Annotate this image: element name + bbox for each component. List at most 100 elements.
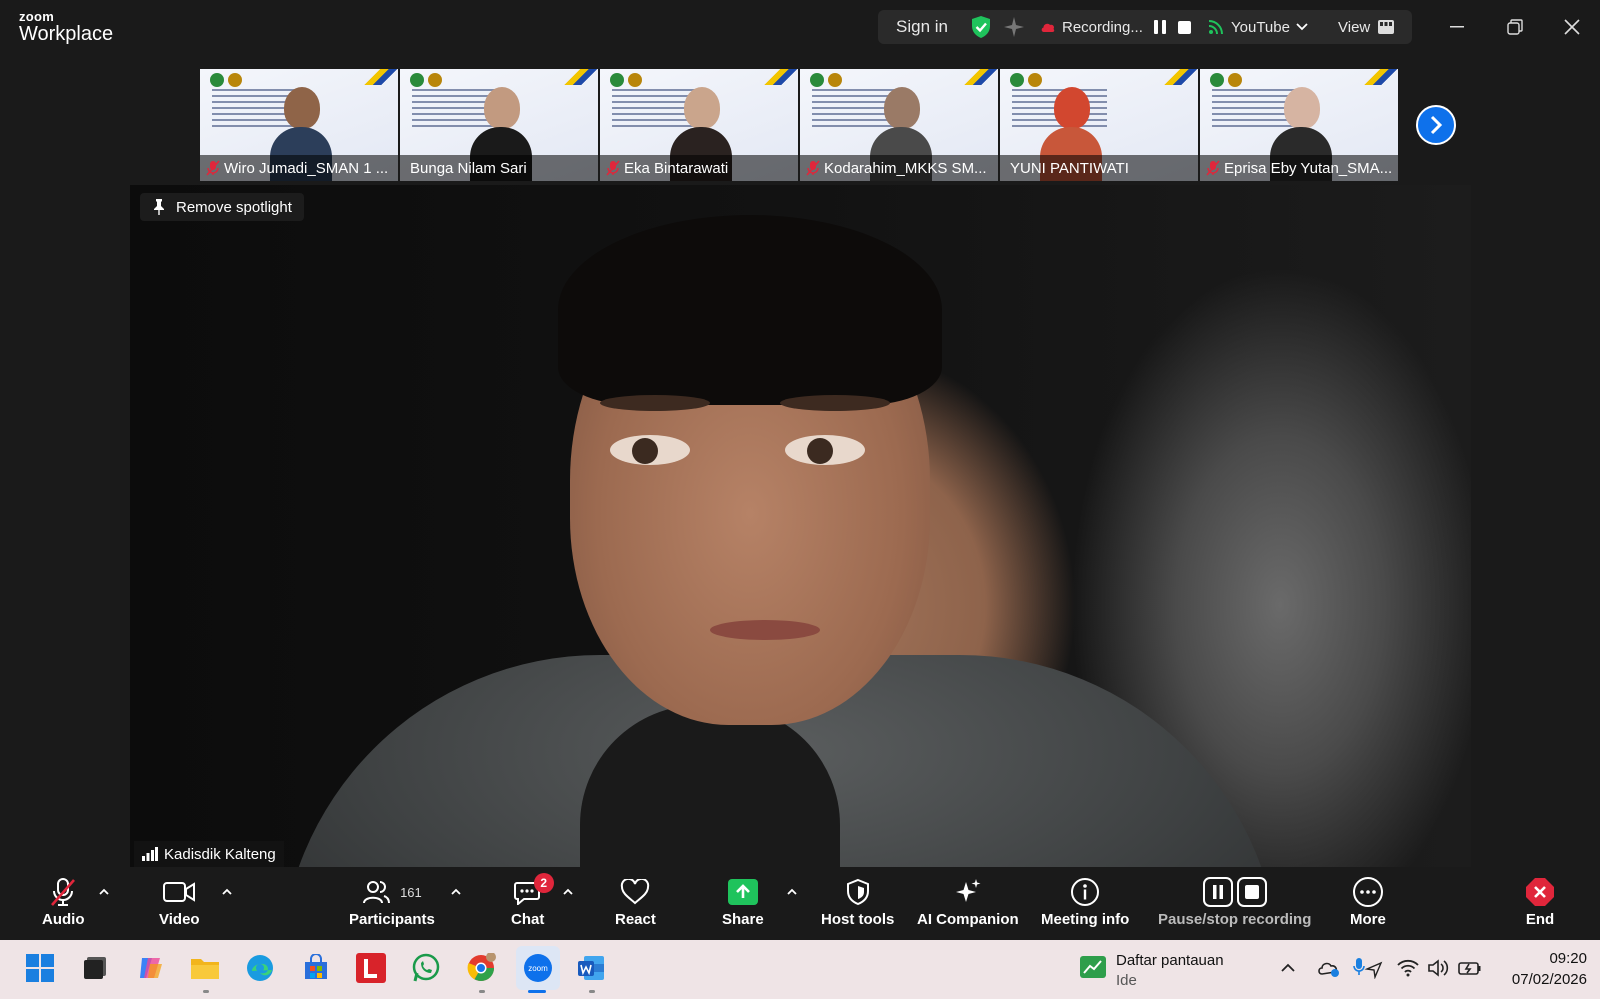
- participant-name: YUNI PANTIWATI: [1010, 159, 1129, 177]
- share-screen-button[interactable]: Share: [722, 875, 764, 928]
- recording-status[interactable]: Recording...: [1040, 10, 1143, 44]
- participant-tile[interactable]: Kodarahim_MKKS SM...: [800, 69, 998, 181]
- audio-label: Audio: [42, 911, 85, 928]
- react-button[interactable]: React: [615, 875, 656, 928]
- chevron-down-icon: [1296, 23, 1308, 31]
- logo-icon: [1028, 73, 1042, 87]
- whatsapp-icon[interactable]: [408, 950, 444, 986]
- clock-date[interactable]: 07/02/2026: [1497, 971, 1587, 988]
- slide-decoration: [558, 69, 598, 85]
- stop-recording-icon[interactable]: [1177, 10, 1192, 44]
- mic-muted-icon: [49, 875, 77, 909]
- mic-muted-icon: [606, 160, 620, 176]
- microsoft-store-icon[interactable]: [298, 950, 334, 986]
- participant-namebar: Wiro Jumadi_SMAN 1 ...: [200, 155, 398, 181]
- logo-icon: [410, 73, 424, 87]
- end-meeting-icon: [1524, 875, 1556, 909]
- signal-strength-icon: [142, 847, 158, 861]
- audio-options-caret-icon[interactable]: [97, 885, 111, 899]
- mic-location-icon[interactable]: [1350, 950, 1386, 986]
- audio-button[interactable]: Audio: [42, 875, 85, 928]
- participant-namebar: YUNI PANTIWATI: [1000, 155, 1198, 181]
- sign-in-label: Sign in: [896, 17, 948, 36]
- participants-options-caret-icon[interactable]: [449, 885, 463, 899]
- livestream-youtube-menu[interactable]: YouTube: [1208, 10, 1308, 44]
- meeting-toolbar: Audio Video 161 Participants 2 Chat Reac…: [0, 867, 1600, 940]
- remove-spotlight-button[interactable]: Remove spotlight: [140, 193, 304, 221]
- watchlist-stock-icon[interactable]: [1075, 950, 1111, 986]
- speaker-mouth: [710, 620, 820, 640]
- video-button[interactable]: Video: [159, 875, 200, 928]
- speaker-brow: [600, 395, 710, 411]
- zoom-app-icon[interactable]: zoom: [516, 946, 560, 990]
- video-options-caret-icon[interactable]: [220, 885, 234, 899]
- participants-icon: 161: [362, 875, 422, 909]
- windows-taskbar: zoom Daftar pantauan Ide 09:20 07/02/202…: [0, 940, 1600, 999]
- logo-icon: [428, 73, 442, 87]
- battery-charging-icon[interactable]: [1452, 950, 1488, 986]
- meeting-info-button[interactable]: Meeting info: [1041, 875, 1129, 928]
- mic-muted-icon: [1206, 160, 1220, 176]
- logo-icon: [228, 73, 242, 87]
- participant-strip: Wiro Jumadi_SMAN 1 ... Bunga Nilam Sari …: [0, 55, 1600, 185]
- more-label: More: [1350, 911, 1386, 928]
- edge-browser-icon[interactable]: [242, 950, 278, 986]
- youtube-label: YouTube: [1231, 18, 1290, 36]
- show-hidden-icons-chevron-icon[interactable]: [1270, 950, 1306, 986]
- participant-tile[interactable]: YUNI PANTIWATI: [1000, 69, 1198, 181]
- speaker-name-tag: Kadisdik Kalteng: [134, 841, 284, 867]
- participant-tile[interactable]: Eka Bintarawati: [600, 69, 798, 181]
- participants-button[interactable]: 161 Participants: [349, 875, 435, 928]
- participant-tile[interactable]: Eprisa Eby Yutan_SMA...: [1200, 69, 1398, 181]
- encryption-shield-icon[interactable]: [970, 10, 992, 44]
- host-tools-button[interactable]: Host tools: [821, 875, 894, 928]
- l-app-icon[interactable]: [353, 950, 389, 986]
- view-menu-button[interactable]: View: [1338, 10, 1395, 44]
- speaker-hair: [558, 215, 942, 405]
- chrome-icon[interactable]: [463, 950, 499, 986]
- pin-icon: [154, 199, 164, 215]
- pause-recording-icon[interactable]: [1153, 10, 1167, 44]
- heart-icon: [620, 875, 650, 909]
- sign-in-button[interactable]: Sign in: [896, 10, 948, 44]
- running-indicator: [589, 990, 595, 993]
- recording-label: Recording...: [1062, 18, 1143, 36]
- next-page-button[interactable]: [1416, 105, 1456, 145]
- meeting-info-label: Meeting info: [1041, 911, 1130, 928]
- word-icon[interactable]: [573, 950, 609, 986]
- participant-tile[interactable]: Bunga Nilam Sari: [400, 69, 598, 181]
- watchlist-subtitle: Ide: [1116, 972, 1137, 989]
- onedrive-cloud-icon[interactable]: [1310, 950, 1346, 986]
- copilot-icon[interactable]: [132, 950, 168, 986]
- share-arrow-icon: [727, 875, 758, 909]
- participant-namebar: Eka Bintarawati: [600, 155, 798, 181]
- speaker-name: Kadisdik Kalteng: [164, 845, 276, 863]
- pause-stop-recording-button[interactable]: Pause/stop recording: [1158, 875, 1311, 928]
- ai-companion-button[interactable]: AI Companion: [917, 875, 1019, 928]
- title-bar: zoom Workplace Sign in Recording... YouT…: [0, 0, 1600, 55]
- logo-icon: [810, 73, 824, 87]
- participant-tile[interactable]: Wiro Jumadi_SMAN 1 ...: [200, 69, 398, 181]
- spotlight-video: Remove spotlight Kadisdik Kalteng: [130, 185, 1471, 867]
- chat-options-caret-icon[interactable]: [561, 885, 575, 899]
- participant-namebar: Bunga Nilam Sari: [400, 155, 598, 181]
- more-options-icon: [1352, 875, 1384, 909]
- volume-icon[interactable]: [1420, 950, 1456, 986]
- ai-sparkle-icon[interactable]: [1003, 10, 1025, 44]
- windows-start-icon[interactable]: [22, 950, 58, 986]
- chat-button[interactable]: 2 Chat: [511, 873, 554, 928]
- end-meeting-button[interactable]: End: [1524, 875, 1556, 928]
- more-button[interactable]: More: [1350, 875, 1386, 928]
- logo-icon: [1010, 73, 1024, 87]
- participants-label: Participants: [349, 911, 435, 928]
- restore-icon[interactable]: [1500, 12, 1530, 42]
- clock-time[interactable]: 09:20: [1515, 950, 1587, 967]
- logo-icon: [210, 73, 224, 87]
- file-explorer-icon[interactable]: [187, 950, 223, 986]
- close-icon[interactable]: [1557, 12, 1587, 42]
- share-options-caret-icon[interactable]: [785, 885, 799, 899]
- task-view-icon[interactable]: [77, 950, 113, 986]
- minimize-icon[interactable]: [1442, 12, 1472, 42]
- watchlist-title[interactable]: Daftar pantauan: [1116, 952, 1224, 969]
- ai-companion-label: AI Companion: [917, 911, 1019, 928]
